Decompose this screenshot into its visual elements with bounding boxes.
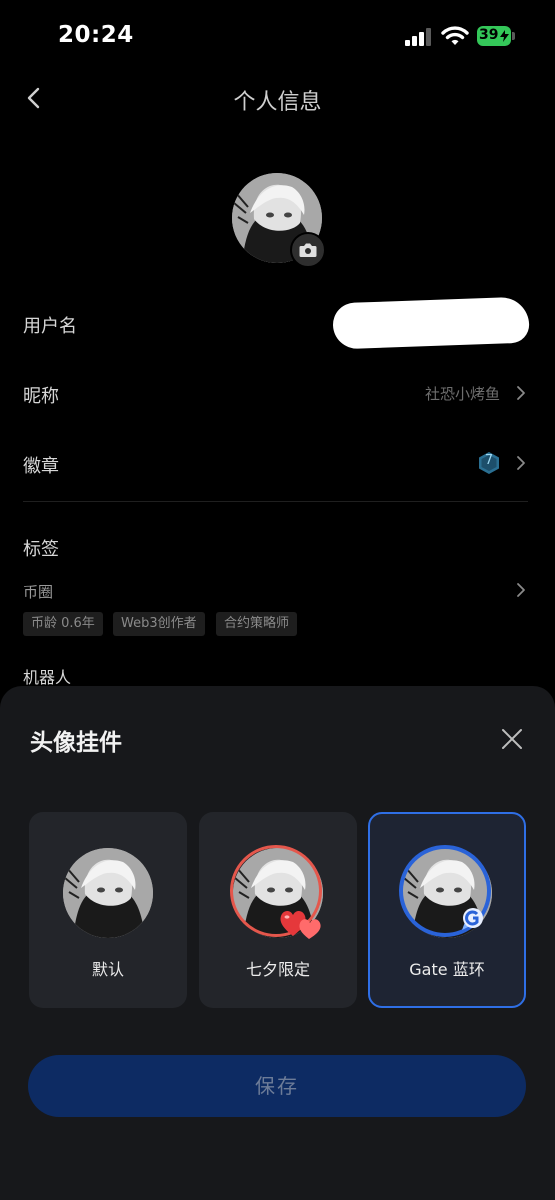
nickname-label: 昵称: [23, 386, 59, 407]
status-time: 20:24: [58, 22, 134, 48]
pendant-option-qixi[interactable]: 七夕限定: [199, 812, 357, 1008]
tags-heading: 标签: [23, 539, 59, 560]
pendant-option-default[interactable]: 默认: [29, 812, 187, 1008]
section-divider: [23, 501, 528, 502]
close-icon[interactable]: [500, 727, 524, 751]
page-title: 个人信息: [233, 90, 322, 115]
nickname-chevron-right-icon[interactable]: [515, 385, 527, 401]
camera-icon: [299, 243, 317, 257]
coin-circle-label: 币圈: [23, 583, 54, 601]
wifi-icon: [441, 26, 469, 45]
pendant-option-label: Gate 蓝环: [409, 960, 485, 979]
hearts-icon: [280, 910, 321, 939]
nickname-value[interactable]: 社恐小烤鱼: [340, 383, 500, 404]
tag-chip: 币龄 0.6年: [23, 612, 103, 636]
tag-chip: 合约策略师: [216, 612, 298, 636]
pendant-preview-avatar: [63, 848, 153, 938]
sheet-title: 头像挂件: [30, 730, 122, 756]
charging-bolt-icon: [500, 30, 509, 42]
badge-chevron-right-icon[interactable]: [515, 455, 527, 471]
badge-label: 徽章: [23, 456, 59, 477]
badge-count: 7: [484, 453, 494, 468]
pendant-option-label: 默认: [91, 960, 124, 979]
change-avatar-button[interactable]: [290, 232, 326, 268]
battery-level: 39: [479, 27, 499, 43]
battery-icon: 39: [477, 26, 517, 46]
gate-logo-icon: [462, 908, 483, 930]
pendant-option-gate-blue-ring[interactable]: Gate 蓝环: [368, 812, 526, 1008]
robot-label: 机器人: [23, 668, 72, 687]
coin-circle-chevron-right-icon[interactable]: [515, 582, 527, 598]
tag-chip: Web3创作者: [113, 612, 205, 636]
username-label: 用户名: [23, 316, 77, 337]
pendant-option-label: 七夕限定: [245, 960, 310, 979]
avatar-image: [63, 848, 153, 938]
cellular-signal-icon: [405, 28, 431, 46]
save-button[interactable]: 保存: [28, 1055, 526, 1117]
username-redacted: [332, 296, 530, 350]
